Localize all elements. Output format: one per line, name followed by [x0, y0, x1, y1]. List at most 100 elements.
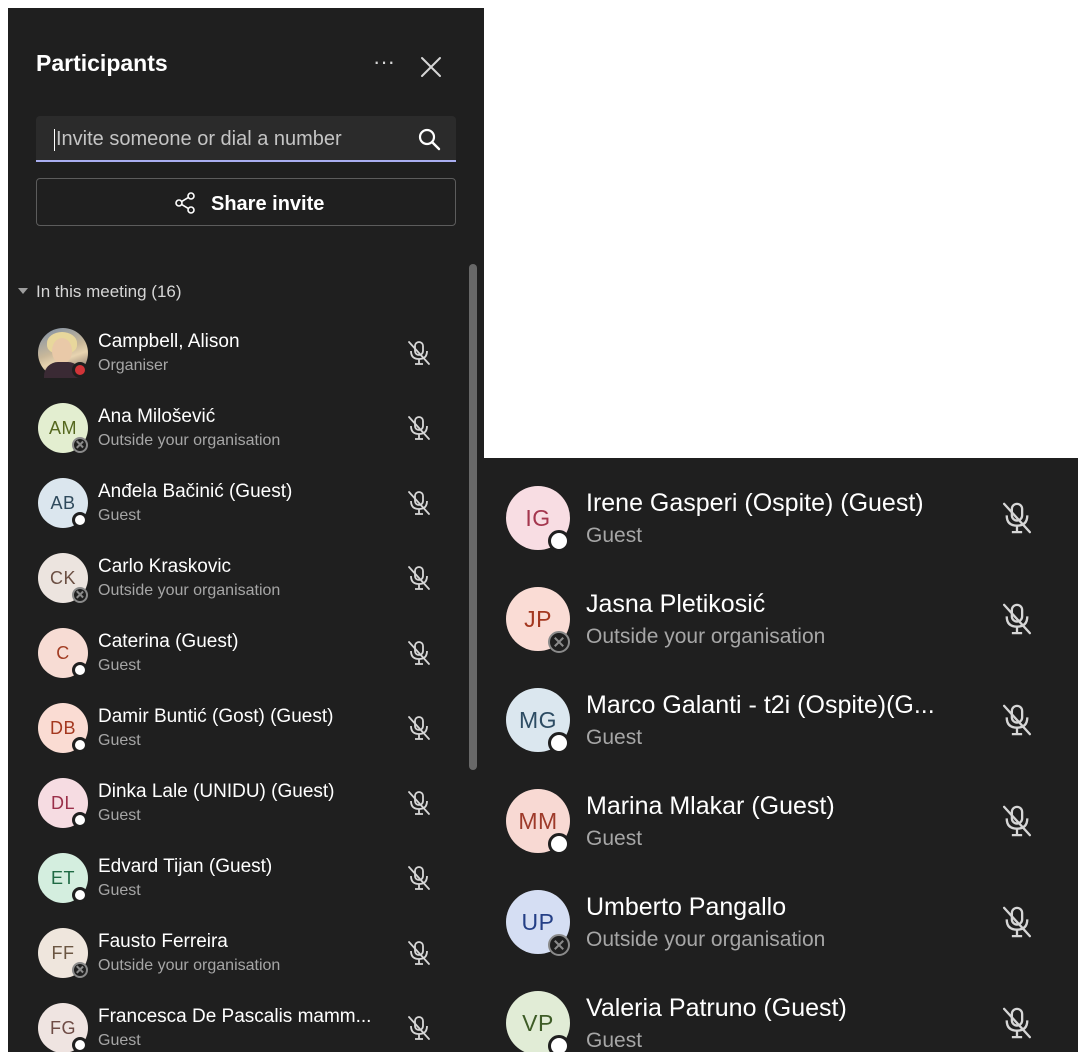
participant-role: Guest — [586, 726, 643, 749]
mute-toggle-button[interactable] — [406, 939, 432, 967]
mic-off-icon — [1002, 1007, 1032, 1039]
text-caret — [54, 129, 55, 151]
busy-status-badge — [72, 362, 88, 378]
participant-row[interactable]: DL Dinka Lale (UNIDU) (Guest) Guest — [8, 769, 484, 844]
mic-off-icon — [408, 491, 430, 515]
chevron-down-icon — [18, 288, 28, 294]
mute-toggle-button[interactable] — [406, 1014, 432, 1042]
participant-role: Guest — [98, 1032, 141, 1049]
participant-name: Campbell, Alison — [98, 331, 240, 352]
avatar-initials: ET — [50, 867, 75, 888]
mute-toggle-button[interactable] — [406, 339, 432, 367]
share-invite-button[interactable]: Share invite — [36, 178, 456, 226]
participant-name: Marina Mlakar (Guest) — [586, 792, 835, 820]
participant-name: Damir Buntić (Gost) (Guest) — [98, 706, 334, 727]
mute-toggle-button[interactable] — [1000, 803, 1034, 839]
mute-toggle-button[interactable] — [1000, 904, 1034, 940]
participant-name: Edvard Tijan (Guest) — [98, 856, 273, 877]
participant-role: Guest — [98, 657, 141, 674]
participant-name: Francesca De Pascalis mamm... — [98, 1006, 372, 1027]
participant-row[interactable]: AM Ana Milošević Outside your organisation — [8, 394, 484, 469]
mic-off-icon — [1002, 906, 1032, 938]
participant-row[interactable]: FF Fausto Ferreira Outside your organisati… — [8, 919, 484, 994]
mute-toggle-button[interactable] — [1000, 1005, 1034, 1041]
mic-off-icon — [408, 641, 430, 665]
participant-row[interactable]: MM Marina Mlakar (Guest) Guest — [484, 783, 1078, 884]
close-button[interactable] — [418, 54, 444, 80]
mute-toggle-button[interactable] — [1000, 702, 1034, 738]
avatar-initials: DB — [49, 717, 76, 738]
mic-off-icon — [1002, 502, 1032, 534]
panel-title: Participants — [36, 50, 168, 76]
avatar-initials: DL — [50, 792, 75, 813]
mute-toggle-button[interactable] — [406, 414, 432, 442]
mute-toggle-button[interactable] — [406, 639, 432, 667]
mute-toggle-button[interactable] — [406, 489, 432, 517]
search-placeholder: Invite someone or dial a number — [56, 128, 342, 150]
available-status-badge — [72, 512, 88, 528]
avatar-initials: CK — [49, 567, 76, 588]
mute-toggle-button[interactable] — [406, 789, 432, 817]
participant-row[interactable]: UP Umberto Pangallo Outside your organisat… — [484, 884, 1078, 985]
available-status-badge — [72, 662, 88, 678]
mute-toggle-button[interactable] — [406, 714, 432, 742]
participant-row[interactable]: IG Irene Gasperi (Ospite) (Guest) Guest — [484, 480, 1078, 581]
participant-row[interactable]: ET Edvard Tijan (Guest) Guest — [8, 844, 484, 919]
mute-toggle-button[interactable] — [406, 864, 432, 892]
participant-role: Guest — [586, 1029, 643, 1052]
invite-search-input[interactable]: Invite someone or dial a number — [36, 116, 456, 162]
unknown-status-badge — [548, 934, 570, 956]
participant-row[interactable]: FG Francesca De Pascalis mamm... Guest — [8, 994, 484, 1052]
mic-off-icon — [408, 791, 430, 815]
mic-off-icon — [408, 566, 430, 590]
mic-off-icon — [1002, 805, 1032, 837]
participant-role: Outside your organisation — [98, 432, 281, 449]
participant-role: Guest — [98, 807, 141, 824]
mute-toggle-button[interactable] — [1000, 601, 1034, 637]
participant-role: Outside your organisation — [586, 625, 826, 648]
close-icon — [421, 57, 441, 77]
participant-role: Outside your organisation — [98, 582, 281, 599]
avatar-initials: MM — [518, 807, 558, 834]
share-invite-label: Share invite — [211, 193, 325, 215]
participant-row[interactable]: Campbell, Alison Organiser — [8, 319, 484, 394]
avatar-initials: AB — [50, 492, 76, 513]
participant-role: Guest — [98, 507, 141, 524]
in-meeting-section-header[interactable]: In this meeting (16) — [18, 282, 182, 302]
participant-name: Ana Milošević — [98, 406, 216, 427]
participant-role: Guest — [586, 827, 643, 850]
participant-name: Anđela Bačinić (Guest) — [98, 481, 293, 502]
participant-role: Outside your organisation — [586, 928, 826, 951]
participant-row[interactable]: AB Anđela Bačinić (Guest) Guest — [8, 469, 484, 544]
participant-name: Caterina (Guest) — [98, 631, 239, 652]
mute-toggle-button[interactable] — [406, 564, 432, 592]
participant-row[interactable]: JP Jasna Pletikosić Outside your organisat… — [484, 581, 1078, 682]
avatar-initials: FG — [50, 1017, 76, 1038]
participant-row[interactable]: CK Carlo Kraskovic Outside your organisati… — [8, 544, 484, 619]
unknown-status-badge — [72, 437, 88, 453]
available-status-badge — [72, 1037, 88, 1052]
avatar-initials: IG — [525, 504, 551, 531]
share-icon — [175, 192, 195, 214]
participant-row[interactable]: MG Marco Galanti - t2i (Ospite)(G... Guest — [484, 682, 1078, 783]
search-icon[interactable] — [416, 126, 442, 152]
avatar-initials: AM — [49, 417, 77, 438]
participant-name: Carlo Kraskovic — [98, 556, 232, 577]
mic-off-icon — [408, 716, 430, 740]
more-options-button[interactable]: ··· — [370, 51, 398, 80]
participants-panel: Participants ··· Invite someone or dial … — [8, 8, 484, 1052]
mute-toggle-button[interactable] — [1000, 500, 1034, 536]
participant-name: Valeria Patruno (Guest) — [586, 994, 847, 1022]
available-status-badge — [72, 812, 88, 828]
section-label: In this meeting (16) — [36, 282, 182, 301]
available-status-badge — [548, 530, 570, 552]
participant-name: Jasna Pletikosić — [586, 590, 766, 618]
participant-row[interactable]: DB Damir Buntić (Gost) (Guest) Guest — [8, 694, 484, 769]
available-status-badge — [548, 1035, 570, 1052]
participant-row[interactable]: C Caterina (Guest) Guest — [8, 619, 484, 694]
unknown-status-badge — [72, 962, 88, 978]
mic-off-icon — [1002, 704, 1032, 736]
mic-off-icon — [408, 941, 430, 965]
participant-row[interactable]: VP Valeria Patruno (Guest) Guest — [484, 985, 1078, 1052]
mic-off-icon — [408, 866, 430, 890]
